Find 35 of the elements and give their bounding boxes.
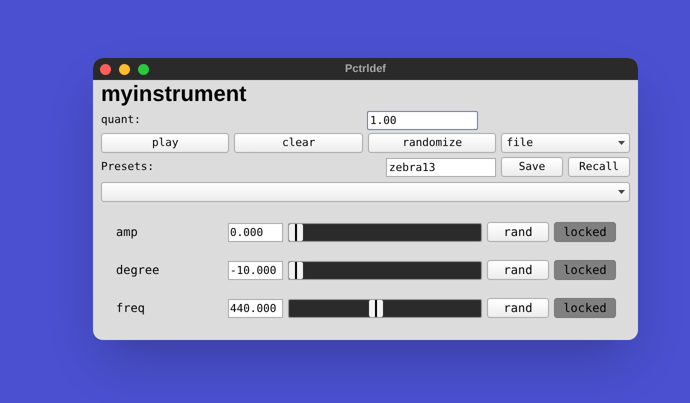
slider-thumb[interactable] — [369, 300, 384, 316]
param-label: degree — [115, 262, 160, 279]
save-button[interactable]: Save — [501, 157, 563, 177]
presets-label: Presets: — [101, 158, 155, 175]
close-button[interactable] — [100, 64, 111, 75]
value-field[interactable]: -10.000 — [228, 260, 283, 280]
zoom-button[interactable] — [138, 64, 149, 75]
slider-thumb[interactable] — [289, 224, 303, 240]
action-button[interactable]: randomize — [368, 133, 496, 153]
param-label: amp — [115, 224, 139, 241]
minimize-button[interactable] — [119, 64, 130, 75]
quant-label: quant: — [101, 112, 142, 128]
slider-thumb[interactable] — [289, 262, 303, 278]
preset-name-field[interactable]: zebra13 — [386, 158, 496, 176]
lock-button[interactable]: locked — [554, 298, 616, 318]
instrument-title: myinstrument — [101, 81, 248, 107]
action-button[interactable]: play — [101, 133, 230, 153]
rand-button[interactable]: rand — [487, 298, 549, 318]
slider-track[interactable] — [288, 298, 482, 318]
file-dropdown[interactable]: file — [501, 133, 630, 153]
rand-button[interactable]: rand — [487, 222, 549, 242]
caret-icon — [618, 190, 625, 194]
action-button[interactable]: clear — [234, 133, 363, 153]
value-field[interactable]: 0.000 — [228, 222, 283, 242]
lock-button[interactable]: locked — [554, 222, 616, 242]
caret-icon — [618, 141, 625, 145]
param-label: freq — [115, 300, 146, 317]
rand-button[interactable]: rand — [487, 260, 549, 280]
window-title: Pctrldef — [345, 62, 386, 77]
quant-field[interactable]: 1.00 — [367, 110, 478, 130]
value-field[interactable]: 440.000 — [228, 298, 283, 318]
recall-button[interactable]: Recall — [568, 157, 630, 177]
slider-track[interactable] — [288, 222, 482, 242]
slider-track[interactable] — [288, 260, 482, 280]
lock-button[interactable]: locked — [554, 260, 616, 280]
